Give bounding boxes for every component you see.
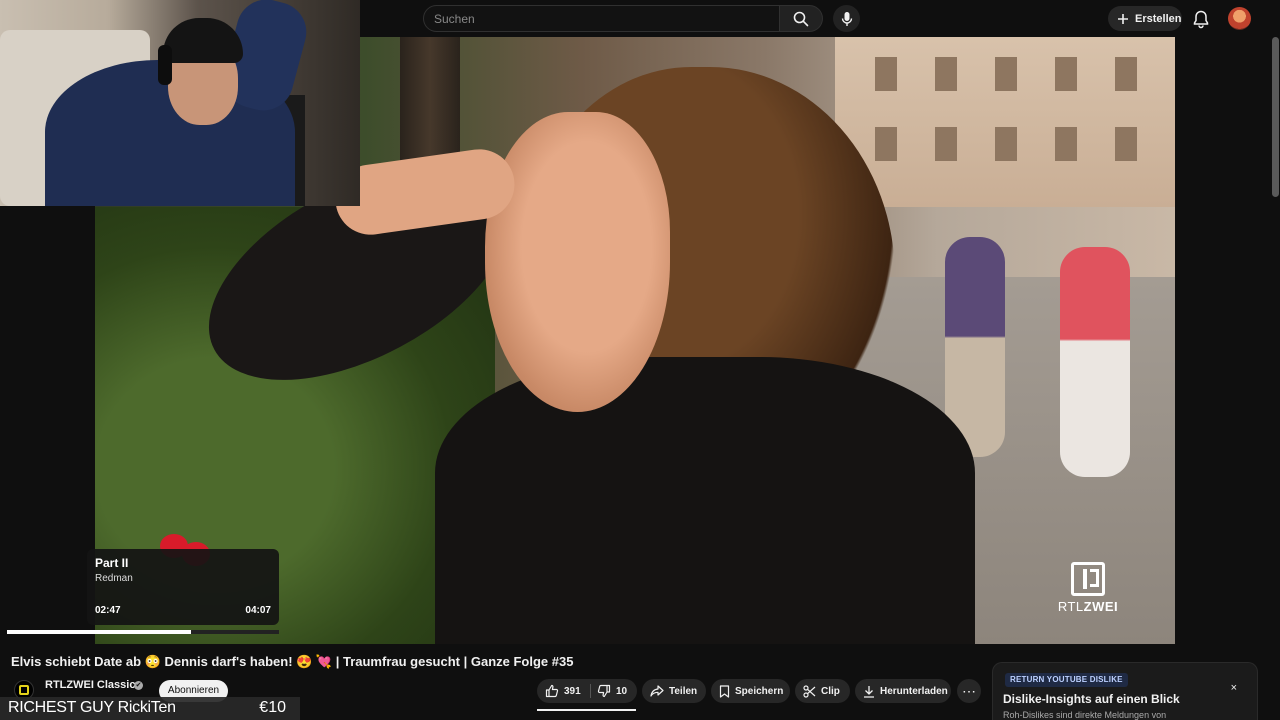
share-label: Teilen [669,685,698,697]
like-button[interactable]: 391 [537,679,590,703]
more-icon: ⋯ [962,682,976,699]
now-playing-title: Part II [95,556,129,570]
clip-button[interactable]: Clip [795,679,850,703]
now-playing-total-time: 04:07 [245,605,271,616]
channel-name[interactable]: RTLZWEI Classics [45,679,142,691]
like-ratio-bar [537,709,636,711]
verified-icon: ✔ [134,681,143,690]
avatar[interactable] [1228,7,1251,30]
now-playing-widget: Part II Redman 02:47 04:07 [87,549,279,625]
dislike-button[interactable]: 10 [591,679,637,703]
search-button[interactable] [780,5,823,32]
search-icon [793,11,809,26]
close-icon[interactable]: × [1231,682,1237,694]
save-label: Speichern [735,685,784,697]
download-label: Herunterladen [880,685,948,697]
mic-icon [841,11,852,26]
now-playing-progress [7,630,279,634]
like-count: 391 [564,685,581,697]
clip-label: Clip [821,685,840,697]
video-scene-building [835,37,1175,207]
webcam-beanie [163,18,243,63]
channel-watermark: RTLZWEI [1053,562,1123,622]
page-scrollbar[interactable] [1271,37,1280,720]
voice-search-button[interactable] [833,5,860,32]
download-icon [864,685,874,698]
ryd-info-card: RETURN YOUTUBE DISLIKE × Dislike-Insight… [992,662,1258,720]
share-button[interactable]: Teilen [642,679,706,703]
donation-alert: RICHEST GUY RickiTen €10 [0,697,300,720]
video-title: Elvis schiebt Date ab 😳 Dennis darf's ha… [11,654,574,669]
donation-name: RICHEST GUY RickiTen [8,699,176,716]
donation-amount: €10 [259,699,286,716]
ryd-subtitle: Roh-Dislikes sind direkte Meldungen von [1003,710,1167,720]
scissors-icon [803,684,816,698]
video-scene-person-face [485,112,670,412]
webcam-headphones [158,45,172,85]
now-playing-current-time: 02:47 [95,605,121,616]
create-label: Erstellen [1135,12,1182,25]
ryd-title: Dislike-Insights auf einen Blick [1003,692,1180,706]
video-scene-pedestrian [1060,247,1130,477]
now-playing-artist: Redman [95,573,133,584]
thumbs-down-icon [597,684,611,698]
like-dislike-group: 391 10 [537,679,637,703]
ryd-badge: RETURN YOUTUBE DISLIKE [1005,673,1128,687]
thumbs-up-icon [545,684,559,698]
bell-icon[interactable] [1191,9,1211,29]
video-scene-person-body [435,357,975,644]
webcam-overlay [0,0,360,206]
watermark-prefix: RTL [1057,599,1084,614]
scrollbar-thumb[interactable] [1272,37,1279,197]
more-actions-button[interactable]: ⋯ [957,679,981,703]
share-icon [650,685,664,697]
search-input[interactable] [434,10,764,28]
dislike-count: 10 [616,685,628,697]
save-button[interactable]: Speichern [711,679,790,703]
search-box[interactable] [423,5,780,32]
download-button[interactable]: Herunterladen [855,679,951,703]
create-button[interactable]: Erstellen [1108,6,1182,31]
bookmark-icon [719,684,730,698]
rtl-logo-icon [1071,562,1105,596]
now-playing-progress-fill [7,630,191,634]
watermark-suffix: ZWEI [1083,599,1119,614]
plus-icon [1118,13,1128,24]
